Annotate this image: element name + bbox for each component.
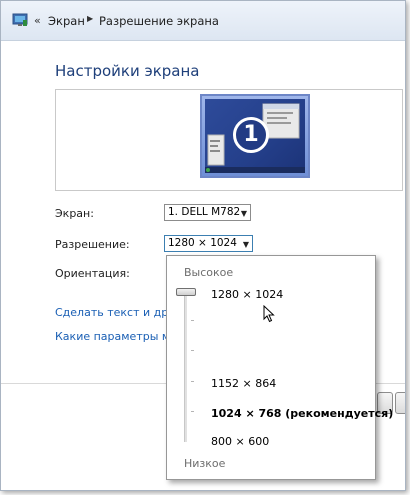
chevron-down-icon: ▼ — [242, 240, 249, 249]
resolution-slider-track[interactable] — [184, 292, 187, 442]
resolution-slider-thumb[interactable] — [176, 288, 196, 296]
resolution-option-1280x1024[interactable]: 1280 × 1024 — [211, 288, 283, 301]
display-select-value: 1. DELL M782 — [168, 206, 241, 218]
page-title: Настройки экрана — [55, 62, 200, 80]
resolution-high-label: Высокое — [184, 266, 234, 279]
monitor-1-preview[interactable]: 1 — [200, 94, 310, 178]
display-select[interactable]: 1. DELL M782 ▼ — [164, 204, 251, 221]
display-control-panel-icon — [12, 13, 28, 26]
monitor-number-badge: 1 — [233, 117, 269, 153]
display-settings-help-link[interactable]: Какие параметры мон — [55, 330, 184, 343]
slider-tick — [191, 411, 194, 412]
breadcrumb-overflow-chevron[interactable]: « — [34, 14, 41, 27]
address-bar[interactable]: « Экран ▶ Разрешение экрана — [1, 1, 405, 41]
cancel-button-partial[interactable] — [395, 392, 405, 414]
slider-tick — [191, 350, 194, 351]
slider-tick — [191, 381, 194, 382]
resolution-low-label: Низкое — [184, 457, 226, 470]
slider-tick — [191, 320, 194, 321]
monitor-screen: 1 — [205, 99, 305, 173]
resolution-option-1024x768-recommended[interactable]: 1024 × 768 (рекомендуется) — [211, 407, 393, 420]
breadcrumb-item-display[interactable]: Экран — [48, 14, 85, 28]
resolution-select[interactable]: 1280 × 1024 ▼ — [164, 235, 253, 252]
display-settings-window: « Экран ▶ Разрешение экрана Настройки эк… — [0, 0, 406, 491]
monitor-preview-area: 1 — [55, 89, 403, 191]
resolution-label: Разрешение: — [55, 238, 130, 251]
mouse-pointer-icon — [263, 305, 275, 323]
breadcrumb-item-resolution[interactable]: Разрешение экрана — [99, 14, 219, 28]
resolution-dropdown[interactable]: Высокое 1280 × 1024 1152 × 864 1024 × 76… — [166, 255, 393, 480]
chevron-down-icon: ▼ — [240, 209, 247, 218]
resolution-option-800x600[interactable]: 800 × 600 — [211, 435, 269, 448]
display-label: Экран: — [55, 207, 94, 220]
breadcrumb-separator-icon[interactable]: ▶ — [87, 14, 93, 23]
resolution-option-1152x864[interactable]: 1152 × 864 — [211, 377, 276, 390]
resolution-select-value: 1280 × 1024 — [168, 237, 237, 249]
orientation-label: Ориентация: — [55, 267, 130, 280]
